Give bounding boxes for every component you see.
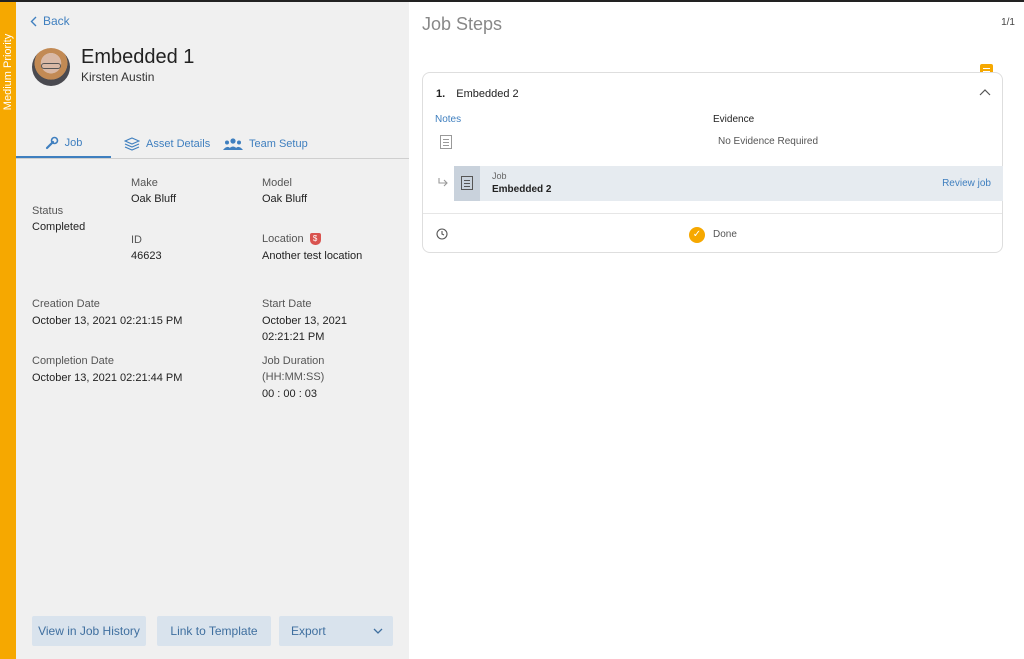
link-to-template-button[interactable]: Link to Template [157, 616, 271, 646]
model-label: Model [262, 177, 292, 189]
layers-icon [124, 136, 140, 151]
review-job-link[interactable]: Review job [942, 178, 991, 189]
step-pager: 1/1 [1001, 17, 1015, 28]
wrench-icon [45, 136, 58, 150]
chevron-up-icon[interactable] [979, 88, 991, 96]
id-value: 46623 [131, 250, 162, 262]
job-duration-label: Job Duration [262, 355, 325, 367]
step-number: 1. [436, 88, 446, 100]
job-doc-icon [454, 166, 480, 201]
view-job-history-button[interactable]: View in Job History [32, 616, 146, 646]
sub-item-arrow-icon [438, 178, 448, 187]
chevron-left-icon [30, 16, 37, 26]
notes-label[interactable]: Notes [435, 114, 461, 125]
creation-date-label: Creation Date [32, 298, 100, 310]
avatar [32, 48, 70, 86]
creation-date-value: October 13, 2021 02:21:15 PM [32, 315, 183, 327]
detail-tabs: Job Asset Details Team Setup [16, 130, 409, 159]
location-value: Another test location [262, 250, 363, 262]
job-details-panel: Back Embedded 1 Kirsten Austin Job Asset… [16, 2, 409, 659]
done-check-icon: ✓ [689, 227, 705, 243]
job-title: Embedded 1 [81, 46, 195, 68]
tab-asset-details[interactable]: Asset Details [124, 130, 210, 157]
assignee-name: Kirsten Austin [81, 70, 155, 84]
status-label: Status [32, 205, 64, 217]
step-name: Embedded 2 [456, 88, 519, 100]
start-date-label: Start Date [262, 298, 312, 310]
start-date-value-line2: 02:21:21 PM [262, 331, 325, 343]
evidence-value: No Evidence Required [718, 136, 819, 147]
tab-job[interactable]: Job [16, 130, 111, 158]
tab-job-label: Job [64, 137, 83, 149]
clock-icon[interactable] [436, 228, 448, 240]
team-icon [223, 137, 243, 150]
priority-bar: Medium Priority [0, 2, 16, 659]
job-steps-title: Job Steps [422, 14, 503, 34]
location-badge: $ [309, 233, 321, 246]
back-link[interactable]: Back [30, 14, 70, 28]
embedded-job-name: Embedded 2 [492, 184, 552, 195]
start-date-value-line1: October 13, 2021 [262, 315, 348, 327]
embedded-job-label: Job [492, 171, 507, 181]
make-value: Oak Bluff [131, 193, 177, 205]
completion-date-value: October 13, 2021 02:21:44 PM [32, 372, 183, 384]
export-button[interactable]: Export [279, 616, 393, 646]
step-header[interactable]: 1. Embedded 2 [436, 88, 519, 100]
export-label: Export [291, 624, 326, 638]
completion-date-label: Completion Date [32, 355, 114, 367]
location-label: Location $ [262, 233, 321, 246]
embedded-job-row: Job Embedded 2 Review job [454, 166, 1003, 201]
location-label-text: Location [262, 233, 304, 245]
back-label: Back [43, 14, 70, 28]
tab-team-setup-label: Team Setup [249, 137, 308, 150]
make-label: Make [131, 177, 158, 189]
step-divider [423, 213, 1002, 214]
job-duration-value: 00 : 00 : 03 [262, 388, 318, 400]
job-duration-unit: (HH:MM:SS) [262, 371, 325, 383]
tab-asset-details-label: Asset Details [146, 137, 211, 150]
evidence-label: Evidence [713, 114, 755, 125]
model-value: Oak Bluff [262, 193, 308, 205]
step-card: 1. Embedded 2 Notes Evidence No Evidence… [422, 72, 1003, 253]
status-value: Completed [32, 221, 86, 233]
priority-label: Medium Priority [2, 33, 14, 111]
notes-doc-icon [440, 135, 452, 149]
id-label: ID [131, 234, 142, 246]
chevron-down-icon [373, 628, 383, 634]
tab-team-setup[interactable]: Team Setup [223, 130, 308, 157]
step-status: Done [713, 229, 737, 240]
